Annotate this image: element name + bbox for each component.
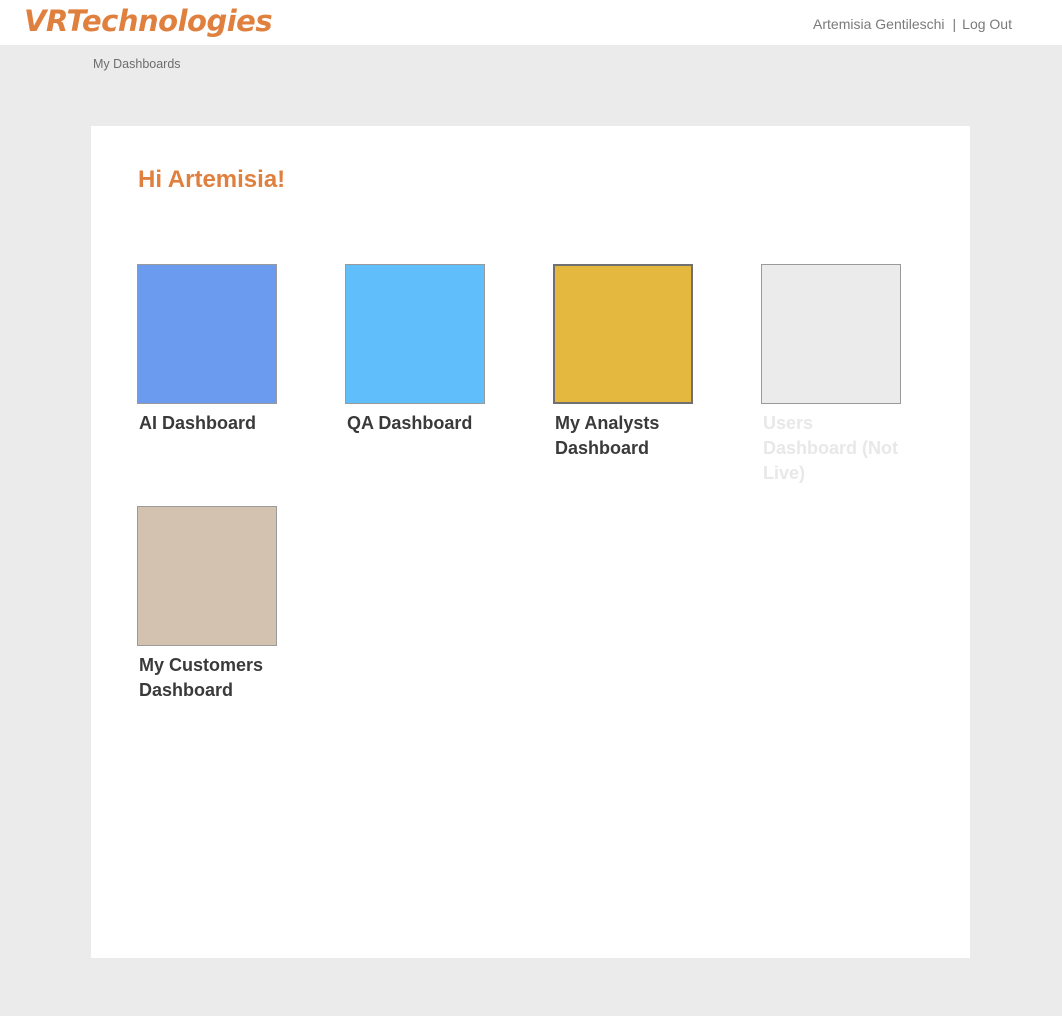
dashboard-panel: Hi Artemisia! AI Dashboard QA Dashboard … [91, 126, 970, 958]
dashboard-label: Users Dashboard (Not Live) [763, 413, 898, 483]
breadcrumb[interactable]: My Dashboards [93, 57, 181, 71]
top-bar: VRTechnologies Artemisia Gentileschi | L… [0, 0, 1062, 45]
user-name: Artemisia Gentileschi [813, 16, 945, 32]
separator: | [952, 16, 957, 32]
dashboard-tile-ai[interactable]: AI Dashboard [137, 264, 297, 436]
dashboard-label[interactable]: My Analysts Dashboard [555, 411, 675, 461]
dashboard-swatch[interactable] [137, 264, 277, 404]
dashboard-tile-my-customers[interactable]: My Customers Dashboard [137, 506, 297, 703]
dashboard-swatch[interactable] [137, 506, 277, 646]
logo[interactable]: VRTechnologies [24, 4, 273, 38]
dashboard-tile-qa[interactable]: QA Dashboard [345, 264, 505, 436]
dashboard-swatch[interactable] [553, 264, 693, 404]
greeting-heading: Hi Artemisia! [138, 166, 286, 193]
dashboard-swatch[interactable] [345, 264, 485, 404]
dashboard-tile-users: Users Dashboard (Not Live) [761, 264, 921, 486]
logout-link[interactable]: Log Out [962, 16, 1012, 32]
dashboard-label[interactable]: AI Dashboard [139, 411, 289, 436]
dashboard-label[interactable]: My Customers Dashboard [139, 653, 269, 703]
dashboard-tile-my-analysts[interactable]: My Analysts Dashboard [553, 264, 713, 461]
dashboard-swatch [761, 264, 901, 404]
user-area: Artemisia Gentileschi | Log Out [813, 16, 1012, 32]
dashboard-label[interactable]: QA Dashboard [347, 411, 497, 436]
